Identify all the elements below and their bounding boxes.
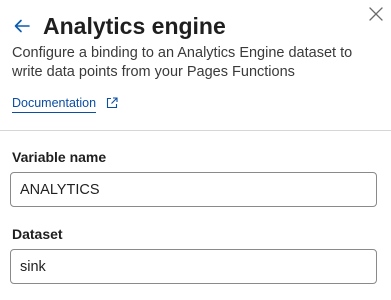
- close-button[interactable]: [368, 6, 384, 22]
- dataset-label: Dataset: [12, 226, 63, 242]
- external-link-button[interactable]: [106, 96, 118, 109]
- variable-name-label: Variable name: [12, 149, 107, 165]
- variable-name-input[interactable]: [10, 172, 377, 207]
- external-link-icon: [106, 97, 118, 109]
- page-title: Analytics engine: [43, 13, 226, 39]
- section-divider: [0, 130, 391, 131]
- documentation-link[interactable]: Documentation: [12, 95, 97, 113]
- panel-description: Configure a binding to an Analytics Engi…: [12, 45, 353, 80]
- panel-header: Analytics engine Configure a binding to …: [0, 0, 391, 130]
- back-button[interactable]: [12, 16, 32, 36]
- close-icon: [369, 7, 383, 21]
- analytics-engine-panel: Analytics engine Configure a binding to …: [0, 0, 391, 300]
- arrow-left-icon: [14, 19, 30, 33]
- dataset-input[interactable]: [10, 249, 377, 284]
